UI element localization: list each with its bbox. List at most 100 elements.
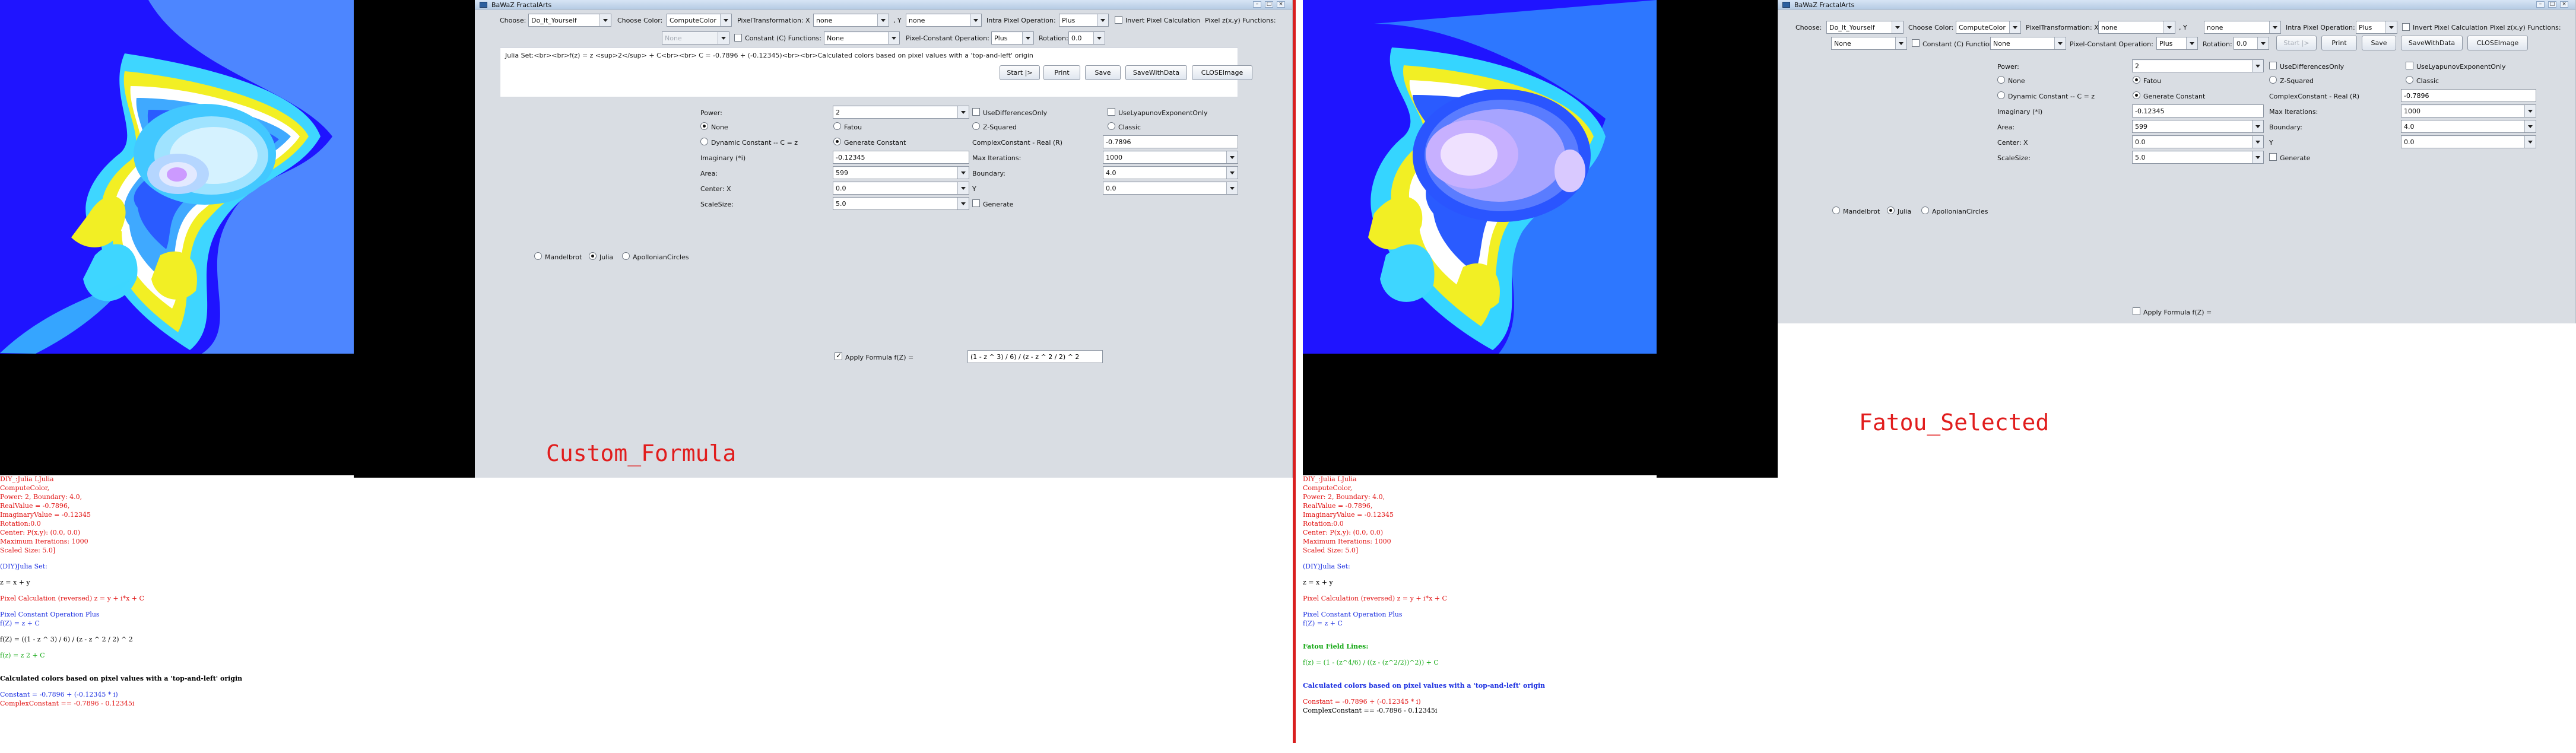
y-combo[interactable]: 0.0 bbox=[2401, 135, 2536, 148]
fatou-radio[interactable] bbox=[833, 122, 841, 130]
generate-constant-radio[interactable] bbox=[833, 138, 841, 145]
choose-label: Choose: bbox=[1795, 24, 1822, 31]
max-iter-combo[interactable]: 1000 bbox=[1103, 151, 1238, 164]
save-button[interactable]: Save bbox=[1085, 65, 1121, 80]
imaginary-label: Imaginary (*i) bbox=[700, 154, 746, 162]
boundary-combo[interactable]: 4.0 bbox=[2401, 120, 2536, 133]
imaginary-input[interactable]: -0.12345 bbox=[833, 151, 969, 164]
fatou-radio[interactable] bbox=[2133, 76, 2140, 84]
real-value-input[interactable]: -0.7896 bbox=[2401, 89, 2536, 102]
pixel-fn-combo[interactable]: None bbox=[1831, 37, 1907, 50]
use-diff-checkbox[interactable] bbox=[972, 108, 980, 116]
imaginary-input[interactable]: -0.12345 bbox=[2132, 104, 2264, 117]
log-right-line: Center: P(x,y): (0.0, 0.0) bbox=[1303, 529, 1384, 536]
use-diff-checkbox[interactable] bbox=[2269, 62, 2277, 69]
scale-size-combo[interactable]: 5.0 bbox=[833, 197, 969, 210]
zsquared-radio[interactable] bbox=[2269, 76, 2277, 84]
real-value-input[interactable]: -0.7896 bbox=[1103, 135, 1238, 148]
max-iter-combo[interactable]: 1000 bbox=[2401, 104, 2536, 117]
area-combo[interactable]: 599 bbox=[833, 166, 969, 179]
mandelbrot-radio[interactable] bbox=[534, 252, 542, 260]
save-with-data-button[interactable]: SaveWithData bbox=[1125, 65, 1187, 80]
close-image-button[interactable]: CLOSEImage bbox=[1192, 65, 1252, 80]
choose-color-combo[interactable]: ComputeColor bbox=[1956, 21, 2021, 34]
print-button[interactable]: Print bbox=[1043, 65, 1080, 80]
maximize-button[interactable]: □ bbox=[2548, 1, 2556, 8]
print-button[interactable]: Print bbox=[2321, 36, 2357, 50]
pixel-constant-combo[interactable]: Plus bbox=[991, 31, 1034, 45]
mandelbrot-radio[interactable] bbox=[1832, 206, 1840, 214]
apply-formula-checkbox[interactable] bbox=[2133, 307, 2140, 315]
pixel-y-combo[interactable]: none bbox=[906, 14, 982, 27]
none-radio[interactable] bbox=[700, 122, 708, 130]
close-image-button[interactable]: CLOSEImage bbox=[2467, 36, 2528, 50]
start-button[interactable]: Start |> bbox=[1000, 65, 1040, 80]
log-left-line: f(Z) = z + C bbox=[0, 619, 40, 627]
save-button[interactable]: Save bbox=[2362, 36, 2396, 50]
constant-fn-checkbox[interactable] bbox=[734, 34, 742, 42]
pixel-x-combo[interactable]: none bbox=[813, 14, 889, 27]
classic-radio[interactable] bbox=[2406, 76, 2413, 84]
apply-formula-label: Apply Formula f(Z) = bbox=[845, 354, 914, 361]
log-right-line: ImaginaryValue = -0.12345 bbox=[1303, 511, 1394, 519]
dynamic-constant-radio[interactable] bbox=[700, 138, 708, 145]
choose-color-label: Choose Color: bbox=[617, 17, 663, 24]
apollonian-radio[interactable] bbox=[622, 252, 630, 260]
invert-checkbox[interactable] bbox=[1115, 16, 1122, 24]
rotation-combo[interactable]: 0.0 bbox=[2234, 37, 2269, 50]
close-button[interactable]: × bbox=[1277, 1, 1285, 8]
choose-combo[interactable]: Do_It_Yourself bbox=[1826, 21, 1904, 34]
apollonian-radio[interactable] bbox=[1921, 206, 1929, 214]
intra-combo[interactable]: Plus bbox=[1059, 14, 1109, 27]
log-right-line: f(Z) = z + C bbox=[1303, 619, 1343, 627]
none-radio[interactable] bbox=[1997, 76, 2005, 84]
save-with-data-button[interactable]: SaveWithData bbox=[2401, 36, 2463, 50]
apply-formula-checkbox[interactable] bbox=[835, 351, 842, 360]
intra-combo[interactable]: Plus bbox=[2356, 21, 2397, 34]
constant-fn-combo[interactable]: None bbox=[824, 31, 900, 45]
constant-fn-combo[interactable]: None bbox=[1990, 37, 2066, 50]
julia-label: Julia bbox=[1898, 208, 1912, 215]
complex-constant-label: ComplexConstant - Real (R) bbox=[2269, 93, 2360, 100]
start-button[interactable]: Start |> bbox=[2276, 36, 2317, 50]
power-combo[interactable]: 2 bbox=[833, 106, 969, 119]
constant-fn-checkbox[interactable] bbox=[1912, 39, 1920, 47]
choose-combo[interactable]: Do_It_Yourself bbox=[528, 14, 611, 27]
pixel-fn-combo[interactable]: None bbox=[662, 31, 729, 45]
invert-checkbox[interactable] bbox=[2402, 23, 2410, 31]
maximize-button[interactable]: □ bbox=[1265, 1, 1273, 8]
generate-constant-label: Generate Constant bbox=[844, 139, 906, 147]
y-combo[interactable]: 0.0 bbox=[1103, 182, 1238, 195]
generate-checkbox[interactable] bbox=[2269, 153, 2277, 161]
choose-color-combo[interactable]: ComputeColor bbox=[667, 14, 732, 27]
center-x-combo[interactable]: 0.0 bbox=[833, 182, 969, 195]
pixel-x-combo[interactable]: none bbox=[2098, 21, 2175, 34]
log-left-line: Maximum Iterations: 1000 bbox=[0, 538, 88, 545]
boundary-combo[interactable]: 4.0 bbox=[1103, 166, 1238, 179]
use-lyapunov-checkbox[interactable] bbox=[2406, 62, 2413, 69]
close-button[interactable]: × bbox=[2560, 1, 2568, 8]
classic-radio[interactable] bbox=[1108, 122, 1115, 130]
generate-checkbox[interactable] bbox=[972, 199, 980, 207]
power-combo[interactable]: 2 bbox=[2132, 59, 2264, 72]
caption-left: Custom_Formula bbox=[546, 440, 737, 466]
window-title: BaWaZ FractalArts bbox=[1794, 1, 1855, 9]
center-x-combo[interactable]: 0.0 bbox=[2132, 135, 2264, 148]
apply-formula-label: Apply Formula f(Z) = bbox=[2143, 309, 2212, 316]
minimize-button[interactable]: – bbox=[2536, 1, 2545, 8]
minimize-button[interactable]: – bbox=[1253, 1, 1261, 8]
pixel-constant-combo[interactable]: Plus bbox=[2156, 37, 2198, 50]
pixel-y-combo[interactable]: none bbox=[2204, 21, 2281, 34]
scale-size-combo[interactable]: 5.0 bbox=[2132, 151, 2264, 164]
rotation-combo[interactable]: 0.0 bbox=[1068, 31, 1105, 45]
use-lyapunov-checkbox[interactable] bbox=[1108, 108, 1115, 116]
dynamic-constant-radio[interactable] bbox=[1997, 91, 2005, 99]
formula-input[interactable]: (1 - z ^ 3) / 6) / (z - z ^ 2 / 2) ^ 2 bbox=[967, 350, 1103, 363]
area-combo[interactable]: 599 bbox=[2132, 120, 2264, 133]
zsquared-radio[interactable] bbox=[972, 122, 980, 130]
app-window-right: BaWaZ FractalArts – □ × Choose: Do_It_Yo… bbox=[1778, 0, 2576, 323]
julia-radio[interactable] bbox=[589, 252, 597, 260]
generate-constant-radio[interactable] bbox=[2133, 91, 2140, 99]
imaginary-label: Imaginary (*i) bbox=[1997, 108, 2043, 116]
julia-radio[interactable] bbox=[1887, 206, 1895, 214]
